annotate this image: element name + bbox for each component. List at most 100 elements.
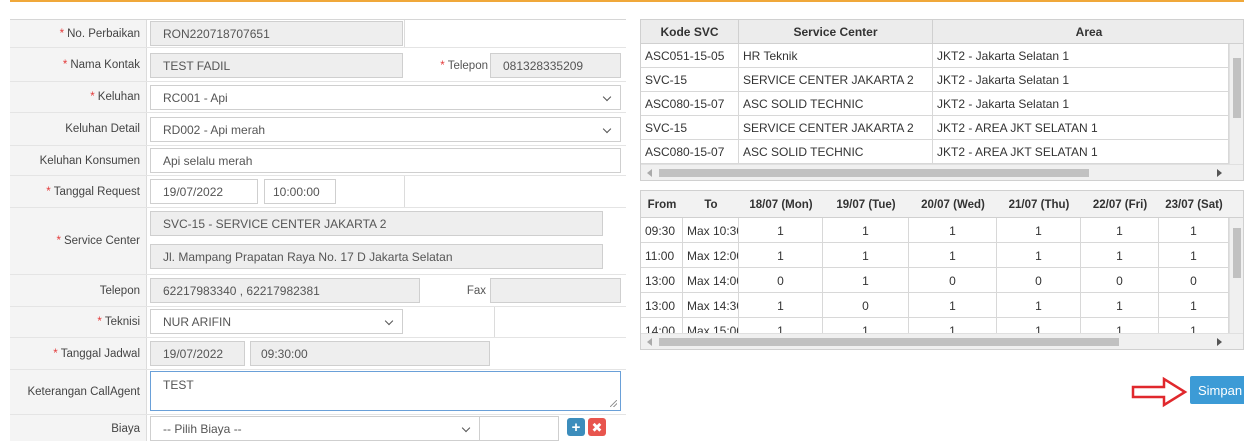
label-service-center: * Service Center xyxy=(10,208,147,274)
schedule-cell[interactable]: 0 xyxy=(997,268,1081,293)
schedule-cell[interactable]: 0 xyxy=(909,268,997,293)
schedule-vertical-scrollbar[interactable] xyxy=(1229,218,1243,335)
scroll-thumb[interactable] xyxy=(1233,58,1241,118)
schedule-col-header[interactable]: 20/07 (Wed) xyxy=(909,191,997,218)
schedule-cell[interactable]: 1 xyxy=(909,218,997,243)
schedule-row[interactable]: 09:30 Max 10:30 1 1 1 1 1 1 xyxy=(641,218,1229,243)
schedule-horizontal-scrollbar[interactable] xyxy=(641,333,1243,349)
table-cell: SVC-15 xyxy=(641,68,739,92)
schedule-row[interactable]: 13:00 Max 14:00 0 1 0 0 0 0 xyxy=(641,268,1229,293)
schedule-cell[interactable]: 1 xyxy=(823,243,909,268)
table-header: Kode SVC Service Center Area xyxy=(641,20,1243,44)
row-nama-kontak: * Nama Kontak TEST FADIL * Telepon 0813283… xyxy=(10,48,626,82)
schedule-cell[interactable]: 11:00 xyxy=(641,243,683,268)
no-perbaikan-field: RON220718707651 xyxy=(150,21,403,46)
schedule-row[interactable]: 11:00 Max 12:00 1 1 1 1 1 1 xyxy=(641,243,1229,268)
schedule-col-header[interactable]: To xyxy=(683,191,739,218)
schedule-col-header[interactable]: 19/07 (Tue) xyxy=(823,191,909,218)
schedule-cell[interactable]: 1 xyxy=(739,293,823,318)
scroll-left-arrow-icon[interactable] xyxy=(647,338,652,346)
table-row[interactable]: ASC080-15-07 ASC SOLID TECHNIC JKT2 - AREA… xyxy=(641,140,1229,164)
scroll-thumb[interactable] xyxy=(659,338,1119,346)
col-area[interactable]: Area xyxy=(933,20,1243,44)
row-keterangan: Keterangan CallAgent TEST xyxy=(10,370,626,415)
schedule-cell[interactable]: 1 xyxy=(739,218,823,243)
schedule-col-header[interactable]: 23/07 (Sat) xyxy=(1159,191,1229,218)
schedule-cell[interactable]: 0 xyxy=(1159,268,1229,293)
table-row[interactable]: ASC080-15-07 ASC SOLID TECHNIC JKT2 - Jaka… xyxy=(641,92,1229,116)
top-accent-line xyxy=(10,0,1244,2)
schedule-cell[interactable]: 1 xyxy=(909,243,997,268)
scroll-left-arrow-icon[interactable] xyxy=(647,169,652,177)
service-center-name: SVC-15 - SERVICE CENTER JAKARTA 2 xyxy=(150,211,603,236)
schedule-cell[interactable]: 1 xyxy=(1081,218,1159,243)
svc-horizontal-scrollbar[interactable] xyxy=(641,164,1243,180)
table-cell: SERVICE CENTER JAKARTA 2 xyxy=(739,68,933,92)
schedule-cell[interactable]: 0 xyxy=(739,268,823,293)
schedule-cell[interactable]: 1 xyxy=(997,243,1081,268)
scroll-thumb[interactable] xyxy=(659,169,1089,177)
tanggal-request-time[interactable]: 10:00:00 xyxy=(264,179,336,204)
col-service-center[interactable]: Service Center xyxy=(739,20,933,44)
row-telepon-sc: Telepon 62217983340 , 62217982381 Fax xyxy=(10,275,626,307)
schedule-cell[interactable]: 1 xyxy=(1081,293,1159,318)
biaya-amount-input[interactable] xyxy=(479,416,559,441)
tanggal-request-date[interactable]: 19/07/2022 xyxy=(150,179,258,204)
schedule-cell[interactable]: 1 xyxy=(1159,218,1229,243)
scroll-right-arrow-icon[interactable] xyxy=(1217,169,1222,177)
table-cell: JKT2 - Jakarta Selatan 1 xyxy=(933,68,1229,92)
service-center-address: Jl. Mampang Prapatan Raya No. 17 D Jakar… xyxy=(150,244,603,269)
svc-vertical-scrollbar[interactable] xyxy=(1229,44,1243,166)
schedule-col-header[interactable]: 22/07 (Fri) xyxy=(1081,191,1159,218)
plus-icon: + xyxy=(571,418,581,436)
schedule-cell[interactable]: Max 10:30 xyxy=(683,218,739,243)
teknisi-select[interactable]: NUR ARIFIN xyxy=(150,309,403,334)
nama-kontak-field[interactable]: TEST FADIL xyxy=(150,53,403,78)
label-no-perbaikan: * No. Perbaikan xyxy=(10,20,147,47)
save-button[interactable]: Simpan xyxy=(1190,376,1244,404)
row-keluhan-detail: Keluhan Detail RD002 - Api merah xyxy=(10,113,626,146)
schedule-cell[interactable]: 0 xyxy=(1081,268,1159,293)
keluhan-detail-select[interactable]: RD002 - Api merah xyxy=(150,117,621,142)
schedule-cell[interactable]: 1 xyxy=(1159,293,1229,318)
col-kode-svc[interactable]: Kode SVC xyxy=(641,20,739,44)
table-row[interactable]: SVC-15 SERVICE CENTER JAKARTA 2 JKT2 - ARE… xyxy=(641,116,1229,140)
telepon-kontak-field[interactable]: 081328335209 xyxy=(490,53,621,78)
schedule-cell[interactable]: 1 xyxy=(823,268,909,293)
schedule-cell[interactable]: 1 xyxy=(909,293,997,318)
scroll-right-arrow-icon[interactable] xyxy=(1217,338,1222,346)
schedule-cell[interactable]: 1 xyxy=(997,293,1081,318)
label-nama-kontak: * Nama Kontak xyxy=(10,48,147,81)
schedule-col-header[interactable]: 21/07 (Thu) xyxy=(997,191,1081,218)
schedule-cell[interactable]: 1 xyxy=(997,218,1081,243)
table-cell: ASC SOLID TECHNIC xyxy=(739,92,933,116)
schedule-cell[interactable]: Max 14:00 xyxy=(683,268,739,293)
schedule-cell[interactable]: 1 xyxy=(739,243,823,268)
schedule-cell[interactable]: 13:00 xyxy=(641,268,683,293)
schedule-cell[interactable]: 0 xyxy=(823,293,909,318)
table-row[interactable]: SVC-15 SERVICE CENTER JAKARTA 2 JKT2 - Jak… xyxy=(641,68,1229,92)
row-keluhan-konsumen: Keluhan Konsumen Api selalu merah xyxy=(10,146,626,176)
schedule-col-header[interactable]: From xyxy=(641,191,683,218)
add-biaya-button[interactable]: + xyxy=(567,418,585,436)
schedule-cell[interactable]: Max 14:30 xyxy=(683,293,739,318)
schedule-col-header[interactable]: 18/07 (Mon) xyxy=(739,191,823,218)
table-row[interactable]: ASC051-15-05 HR Teknik JKT2 - Jakarta Sela… xyxy=(641,44,1229,68)
keterangan-textarea[interactable]: TEST xyxy=(150,371,621,411)
schedule-cell[interactable]: 1 xyxy=(1159,243,1229,268)
schedule-cell[interactable]: Max 12:00 xyxy=(683,243,739,268)
table-cell: SERVICE CENTER JAKARTA 2 xyxy=(739,116,933,140)
schedule-cell[interactable]: 1 xyxy=(1081,243,1159,268)
remove-biaya-button[interactable]: ✖ xyxy=(588,418,606,436)
schedule-cell[interactable]: 13:00 xyxy=(641,293,683,318)
label-keterangan: Keterangan CallAgent xyxy=(10,370,147,414)
schedule-cell[interactable]: 1 xyxy=(823,218,909,243)
scroll-thumb[interactable] xyxy=(1233,228,1241,278)
keluhan-select[interactable]: RC001 - Api xyxy=(150,85,621,110)
divider xyxy=(404,20,405,47)
table-cell: HR Teknik xyxy=(739,44,933,68)
biaya-select[interactable]: -- Pilih Biaya -- xyxy=(150,416,480,441)
schedule-row[interactable]: 13:00 Max 14:30 1 0 1 1 1 1 xyxy=(641,293,1229,318)
schedule-cell[interactable]: 09:30 xyxy=(641,218,683,243)
keluhan-konsumen-input[interactable]: Api selalu merah xyxy=(150,148,621,173)
